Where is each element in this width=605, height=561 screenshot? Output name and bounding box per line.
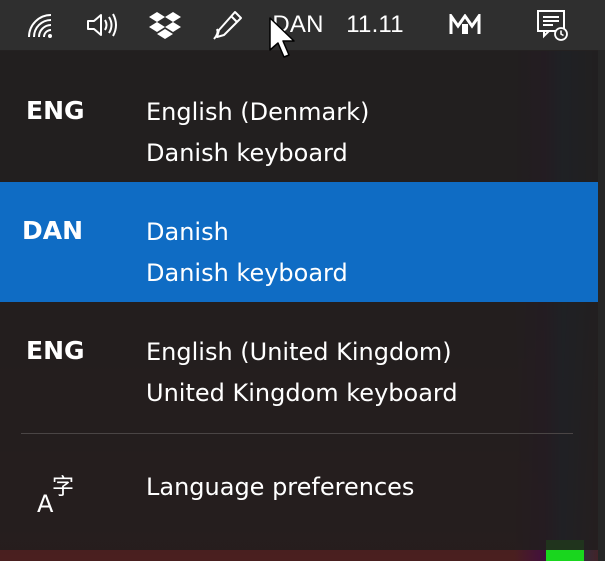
mouse-cursor-icon: [269, 17, 295, 58]
flyout-edge: [598, 50, 605, 561]
language-code: ENG: [26, 96, 85, 125]
language-name: Danish: [146, 218, 229, 246]
dropbox-icon[interactable]: [147, 0, 183, 50]
notifications-icon-glyph: [537, 10, 568, 41]
taskbar: DAN 11.11: [0, 0, 605, 51]
language-preferences-label[interactable]: Language preferences: [146, 473, 414, 501]
app-m-icon[interactable]: [447, 0, 483, 50]
keyboard-layout: Danish keyboard: [146, 139, 348, 167]
app-m-icon-glyph: [449, 14, 481, 34]
dropbox-icon-glyph: [149, 12, 181, 39]
keyboard-layout: Danish keyboard: [146, 259, 348, 287]
svg-text:字: 字: [52, 475, 74, 500]
pen-icon[interactable]: [210, 0, 246, 50]
language-item-danish[interactable]: DAN Danish Danish keyboard: [0, 182, 598, 302]
language-item-english-denmark[interactable]: ENG English (Denmark) Danish keyboard: [0, 62, 598, 182]
wifi-icon[interactable]: [22, 0, 58, 50]
clock-time: 11.11: [346, 11, 404, 38]
wifi-icon-glyph: [28, 14, 52, 38]
clock[interactable]: 11.11: [342, 0, 408, 50]
language-icon: A 字: [37, 475, 74, 516]
language-code: DAN: [22, 216, 84, 245]
language-item-english-uk[interactable]: ENG English (United Kingdom) United King…: [0, 302, 598, 422]
language-code: ENG: [26, 336, 85, 365]
notifications-icon[interactable]: [533, 0, 573, 50]
pen-icon-glyph: [213, 11, 242, 40]
volume-icon[interactable]: [84, 0, 120, 50]
language-name: English (Denmark): [146, 98, 370, 126]
language-name: English (United Kingdom): [146, 338, 452, 366]
volume-icon-glyph: [87, 13, 117, 37]
keyboard-layout: United Kingdom keyboard: [146, 379, 458, 407]
